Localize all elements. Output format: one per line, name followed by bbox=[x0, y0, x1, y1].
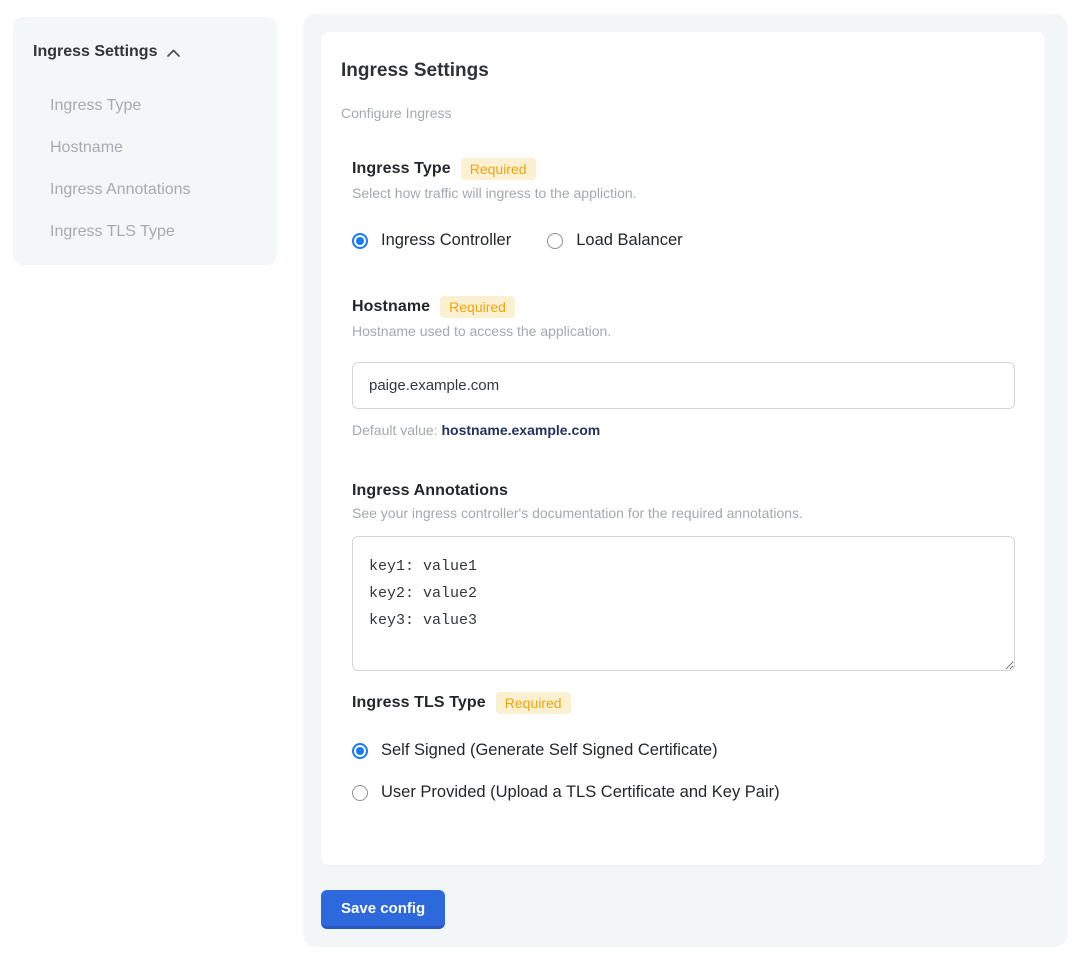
hostname-input[interactable] bbox=[352, 362, 1015, 409]
radio-label: User Provided (Upload a TLS Certificate … bbox=[381, 783, 780, 802]
sidebar-item-ingress-tls-type[interactable]: Ingress TLS Type bbox=[50, 211, 257, 253]
ingress-annotations-textarea[interactable]: key1: value1 key2: value2 key3: value3 bbox=[352, 536, 1015, 671]
radio-icon[interactable] bbox=[352, 785, 368, 801]
section-ingress-tls-type: Ingress TLS Type Required Self Signed (G… bbox=[352, 692, 1015, 802]
radio-label: Ingress Controller bbox=[381, 231, 511, 250]
settings-sidebar: Ingress Settings Ingress Type Hostname I… bbox=[13, 17, 277, 265]
settings-panel: Ingress Settings Configure Ingress Ingre… bbox=[303, 14, 1067, 947]
default-value-label: Default value: bbox=[352, 422, 438, 438]
chevron-up-icon bbox=[165, 45, 182, 59]
sidebar-item-ingress-annotations[interactable]: Ingress Annotations bbox=[50, 169, 257, 211]
radio-label: Load Balancer bbox=[576, 231, 682, 250]
hostname-label: Hostname bbox=[352, 298, 430, 316]
sidebar-item-ingress-type[interactable]: Ingress Type bbox=[50, 85, 257, 127]
required-badge: Required bbox=[461, 158, 536, 180]
sidebar-item-hostname[interactable]: Hostname bbox=[50, 127, 257, 169]
ingress-tls-radio-group: Self Signed (Generate Self Signed Certif… bbox=[352, 741, 1015, 802]
page-subtitle: Configure Ingress bbox=[341, 105, 1025, 121]
section-ingress-type: Ingress Type Required Select how traffic… bbox=[352, 158, 1015, 250]
radio-icon[interactable] bbox=[352, 233, 368, 249]
radio-option-self-signed[interactable]: Self Signed (Generate Self Signed Certif… bbox=[352, 741, 1015, 760]
ingress-type-radio-group: Ingress Controller Load Balancer bbox=[352, 231, 1015, 250]
radio-option-load-balancer[interactable]: Load Balancer bbox=[547, 231, 682, 250]
ingress-settings-card: Ingress Settings Configure Ingress Ingre… bbox=[321, 32, 1045, 865]
sidebar-group-ingress-settings[interactable]: Ingress Settings bbox=[33, 43, 257, 61]
required-badge: Required bbox=[496, 692, 571, 714]
sidebar-item-list: Ingress Type Hostname Ingress Annotation… bbox=[50, 85, 257, 253]
save-config-button[interactable]: Save config bbox=[321, 890, 445, 929]
sidebar-group-label: Ingress Settings bbox=[33, 43, 157, 61]
default-value-text: hostname.example.com bbox=[442, 422, 601, 438]
section-ingress-annotations: Ingress Annotations See your ingress con… bbox=[352, 482, 1015, 671]
radio-label: Self Signed (Generate Self Signed Certif… bbox=[381, 741, 718, 760]
ingress-tls-type-label: Ingress TLS Type bbox=[352, 694, 486, 712]
radio-icon[interactable] bbox=[352, 743, 368, 759]
hostname-description: Hostname used to access the application. bbox=[352, 323, 1015, 339]
ingress-annotations-description: See your ingress controller's documentat… bbox=[352, 505, 1015, 521]
radio-option-ingress-controller[interactable]: Ingress Controller bbox=[352, 231, 511, 250]
ingress-type-label: Ingress Type bbox=[352, 160, 451, 178]
ingress-type-description: Select how traffic will ingress to the a… bbox=[352, 185, 1015, 201]
radio-option-user-provided[interactable]: User Provided (Upload a TLS Certificate … bbox=[352, 783, 1015, 802]
section-hostname: Hostname Required Hostname used to acces… bbox=[352, 296, 1015, 438]
ingress-annotations-label: Ingress Annotations bbox=[352, 482, 508, 500]
required-badge: Required bbox=[440, 296, 515, 318]
hostname-default-value: Default value: hostname.example.com bbox=[352, 422, 1015, 438]
radio-icon[interactable] bbox=[547, 233, 563, 249]
page-title: Ingress Settings bbox=[341, 60, 1025, 82]
